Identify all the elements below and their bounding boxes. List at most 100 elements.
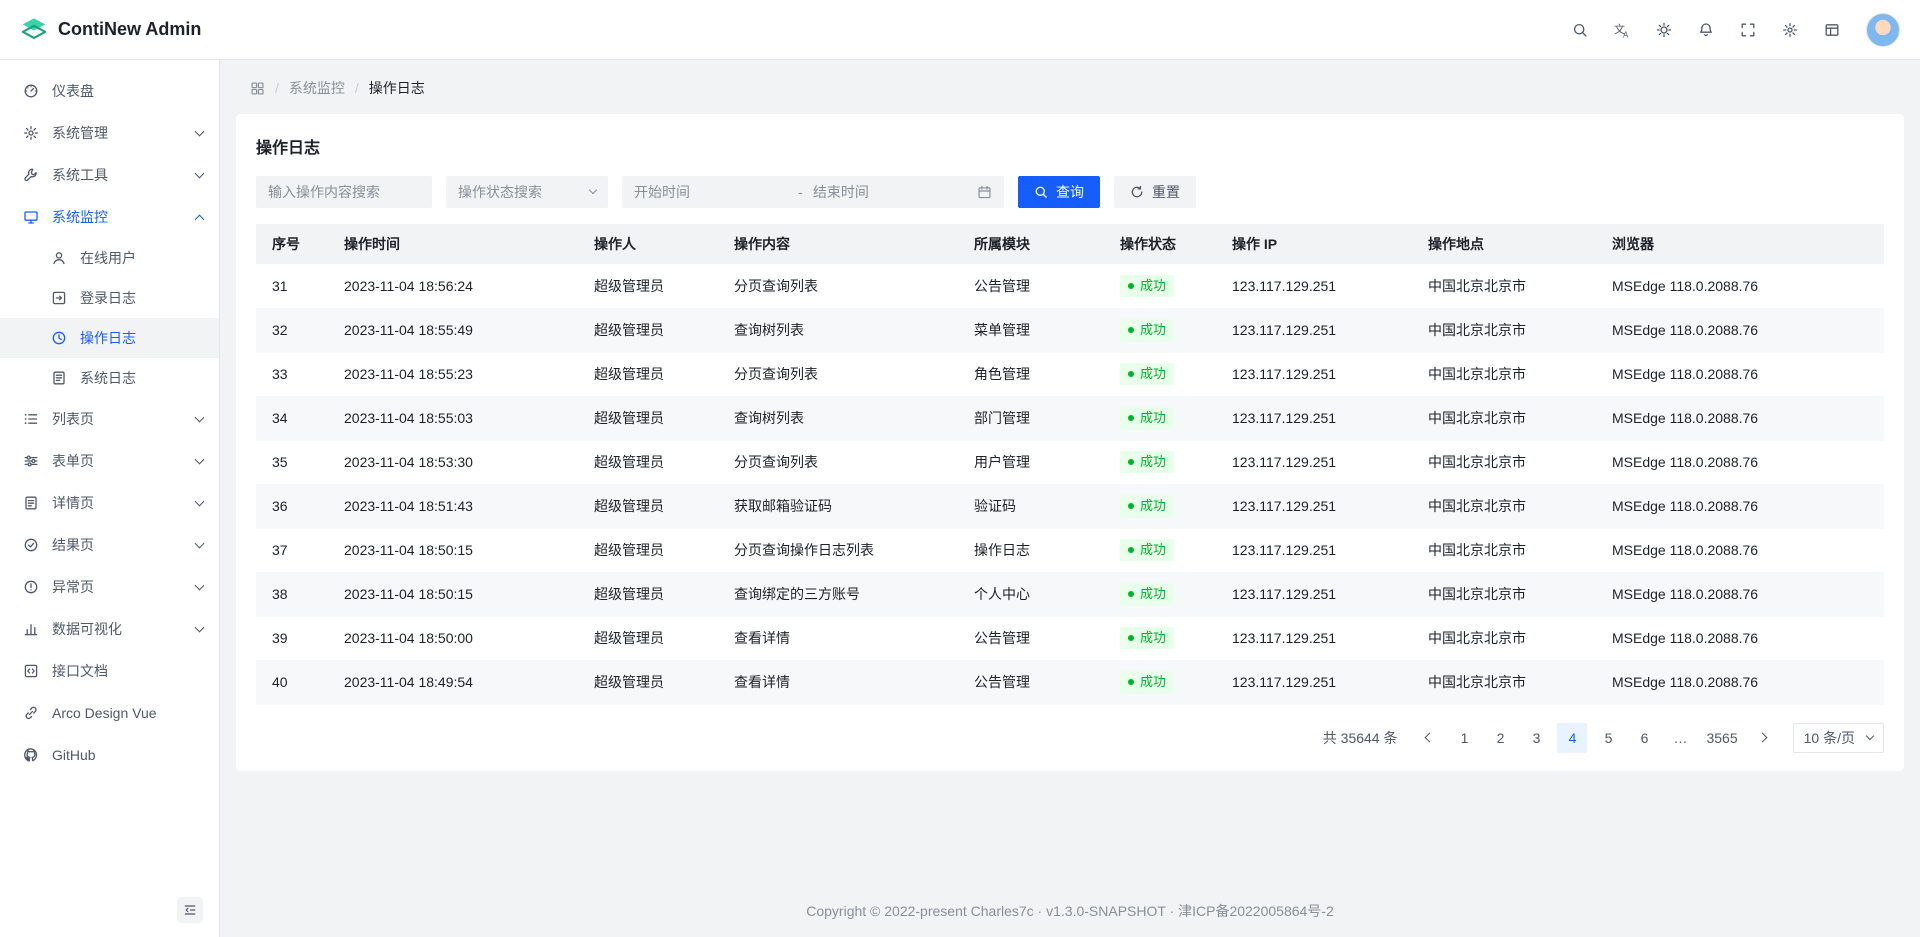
status-select[interactable]: 操作状态搜索 xyxy=(446,176,608,208)
cell-status: 成功 xyxy=(1104,264,1216,308)
sidebar-item-online-user[interactable]: 在线用户 xyxy=(0,238,219,278)
pagination-next-button[interactable] xyxy=(1749,723,1779,753)
cell-no: 32 xyxy=(256,308,328,352)
page-number-5[interactable]: 5 xyxy=(1593,723,1623,753)
cell-browser: MSEdge 118.0.2088.76 xyxy=(1596,616,1884,660)
apps-icon[interactable] xyxy=(250,81,265,96)
cell-no: 39 xyxy=(256,616,328,660)
header-theme-button[interactable] xyxy=(1646,12,1682,48)
sidebar-item-form-page[interactable]: 表单页 xyxy=(0,440,219,482)
page-number-1[interactable]: 1 xyxy=(1449,723,1479,753)
cell-ip: 123.117.129.251 xyxy=(1216,660,1412,704)
status-badge: 成功 xyxy=(1120,539,1174,561)
cell-user: 超级管理员 xyxy=(578,396,718,440)
sidebar-item-label: 仪表盘 xyxy=(52,81,203,101)
exception-page-icon xyxy=(22,579,40,595)
column-header: 序号 xyxy=(256,224,328,264)
cell-module: 用户管理 xyxy=(958,440,1104,484)
sidebar-item-github[interactable]: GitHub xyxy=(0,734,219,776)
reset-button-label: 重置 xyxy=(1152,182,1180,202)
page-number-3[interactable]: 3 xyxy=(1521,723,1551,753)
column-header: 操作地点 xyxy=(1412,224,1596,264)
sidebar-item-login-log[interactable]: 登录日志 xyxy=(0,278,219,318)
fullscreen-icon xyxy=(1740,22,1756,38)
sidebar-item-label: 异常页 xyxy=(52,577,184,597)
page-number-2[interactable]: 2 xyxy=(1485,723,1515,753)
notification-icon xyxy=(1698,22,1714,38)
breadcrumb-parent[interactable]: 系统监控 xyxy=(289,78,345,98)
page-number-4[interactable]: 4 xyxy=(1557,723,1587,753)
collapse-sidebar-button[interactable] xyxy=(177,897,203,923)
page-number-6[interactable]: 6 xyxy=(1629,723,1659,753)
breadcrumb-current: 操作日志 xyxy=(369,78,425,98)
page-number-3565[interactable]: 3565 xyxy=(1701,723,1742,753)
cell-user: 超级管理员 xyxy=(578,264,718,308)
breadcrumb-separator: / xyxy=(275,80,279,96)
detail-page-icon xyxy=(22,495,40,511)
cell-browser: MSEdge 118.0.2088.76 xyxy=(1596,660,1884,704)
header-translate-button[interactable]: 文A xyxy=(1604,12,1640,48)
date-range-picker[interactable]: 开始时间 - 结束时间 xyxy=(622,176,1004,208)
page-size-select[interactable]: 10 条/页 xyxy=(1793,723,1884,753)
cell-location: 中国北京北京市 xyxy=(1412,484,1596,528)
pagination-ellipsis: … xyxy=(1665,723,1695,753)
table-row: 342023-11-04 18:55:03超级管理员查询树列表部门管理成功123… xyxy=(256,396,1884,440)
sidebar-item-label: Arco Design Vue xyxy=(52,705,203,721)
cell-ip: 123.117.129.251 xyxy=(1216,264,1412,308)
sidebar-item-label: GitHub xyxy=(52,747,203,763)
cell-ip: 123.117.129.251 xyxy=(1216,396,1412,440)
system-log-icon xyxy=(50,370,68,386)
cell-ip: 123.117.129.251 xyxy=(1216,484,1412,528)
cell-time: 2023-11-04 18:50:15 xyxy=(328,528,578,572)
system-settings-icon xyxy=(22,125,40,141)
sidebar-item-label: 详情页 xyxy=(52,493,184,513)
status-badge: 成功 xyxy=(1120,319,1174,341)
query-button[interactable]: 查询 xyxy=(1018,176,1100,208)
sidebar-item-external-link[interactable]: Arco Design Vue xyxy=(0,692,219,734)
sidebar-item-exception-page[interactable]: 异常页 xyxy=(0,566,219,608)
status-dot-icon xyxy=(1128,547,1134,553)
form-page-icon xyxy=(22,453,40,469)
sidebar-item-data-visualization[interactable]: 数据可视化 xyxy=(0,608,219,650)
sidebar-item-operation-log[interactable]: 操作日志 xyxy=(0,318,219,358)
sidebar-item-result-page[interactable]: 结果页 xyxy=(0,524,219,566)
cell-no: 33 xyxy=(256,352,328,396)
sidebar-item-label: 系统工具 xyxy=(52,165,184,185)
sidebar-item-system-log[interactable]: 系统日志 xyxy=(0,358,219,398)
chevron-down-icon xyxy=(1866,731,1874,739)
header-search-button[interactable] xyxy=(1562,12,1598,48)
header-fullscreen-button[interactable] xyxy=(1730,12,1766,48)
sidebar-item-dashboard[interactable]: 仪表盘 xyxy=(0,70,219,112)
sidebar-item-system-settings[interactable]: 系统管理 xyxy=(0,112,219,154)
header-actions: 文A xyxy=(1562,12,1900,48)
collapse-sidebar-icon xyxy=(183,903,197,917)
header-notification-button[interactable] xyxy=(1688,12,1724,48)
sidebar-item-list-page[interactable]: 列表页 xyxy=(0,398,219,440)
cell-status: 成功 xyxy=(1104,440,1216,484)
column-header: 操作状态 xyxy=(1104,224,1216,264)
column-header: 操作内容 xyxy=(718,224,958,264)
header-layout-button[interactable] xyxy=(1814,12,1850,48)
cell-time: 2023-11-04 18:55:03 xyxy=(328,396,578,440)
cell-time: 2023-11-04 18:51:43 xyxy=(328,484,578,528)
api-doc-icon xyxy=(22,663,40,679)
sidebar-item-tool[interactable]: 系统工具 xyxy=(0,154,219,196)
avatar[interactable] xyxy=(1866,13,1900,47)
status-dot-icon xyxy=(1128,371,1134,377)
svg-text:A: A xyxy=(1623,30,1629,39)
pagination-prev-button[interactable] xyxy=(1413,723,1443,753)
cell-ip: 123.117.129.251 xyxy=(1216,352,1412,396)
cell-browser: MSEdge 118.0.2088.76 xyxy=(1596,440,1884,484)
content-search-input[interactable] xyxy=(256,176,432,208)
reset-button[interactable]: 重置 xyxy=(1114,176,1196,208)
header-settings-button[interactable] xyxy=(1772,12,1808,48)
sidebar-item-detail-page[interactable]: 详情页 xyxy=(0,482,219,524)
calendar-icon xyxy=(977,185,992,200)
chevron-down-icon xyxy=(589,186,597,194)
cell-user: 超级管理员 xyxy=(578,528,718,572)
chevron-up-icon xyxy=(195,214,205,224)
cell-location: 中国北京北京市 xyxy=(1412,308,1596,352)
sidebar-item-api-doc[interactable]: 接口文档 xyxy=(0,650,219,692)
table-row: 372023-11-04 18:50:15超级管理员分页查询操作日志列表操作日志… xyxy=(256,528,1884,572)
sidebar-item-monitor[interactable]: 系统监控 xyxy=(0,196,219,238)
